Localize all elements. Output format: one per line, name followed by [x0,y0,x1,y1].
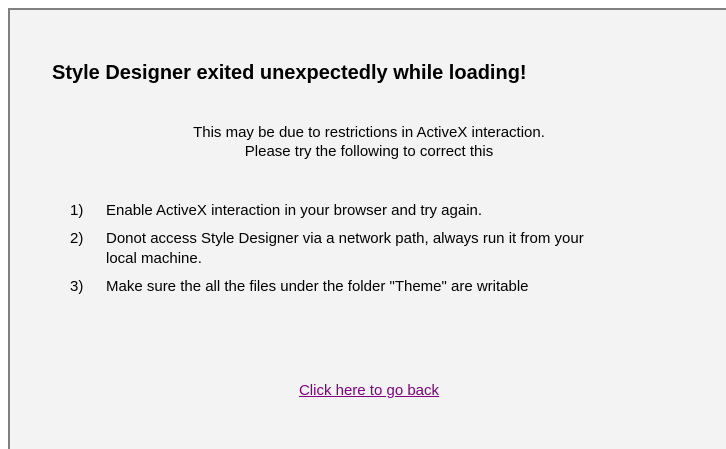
step-text: Donot access Style Designer via a networ… [106,230,584,267]
step-item-2: 2) Donot access Style Designer via a net… [70,229,630,269]
error-panel: Style Designer exited unexpectedly while… [8,8,726,449]
step-item-3: 3) Make sure the all the files under the… [70,277,630,297]
step-number: 2) [70,230,84,247]
step-number: 3) [70,278,84,295]
intro-text-line-2: Please try the following to correct this [244,143,494,160]
step-text: Enable ActiveX interaction in your brows… [106,202,483,219]
step-text: Make sure the all the files under the fo… [106,278,529,295]
back-link-container: Click here to go back [10,382,726,399]
intro-text-line-1: This may be due to restrictions in Activ… [193,124,545,141]
step-number: 1) [70,202,84,219]
troubleshooting-steps-list: 1) Enable ActiveX interaction in your br… [70,201,630,305]
step-item-1: 1) Enable ActiveX interaction in your br… [70,201,630,221]
error-title: Style Designer exited unexpectedly while… [52,62,527,84]
go-back-link[interactable]: Click here to go back [299,382,439,399]
